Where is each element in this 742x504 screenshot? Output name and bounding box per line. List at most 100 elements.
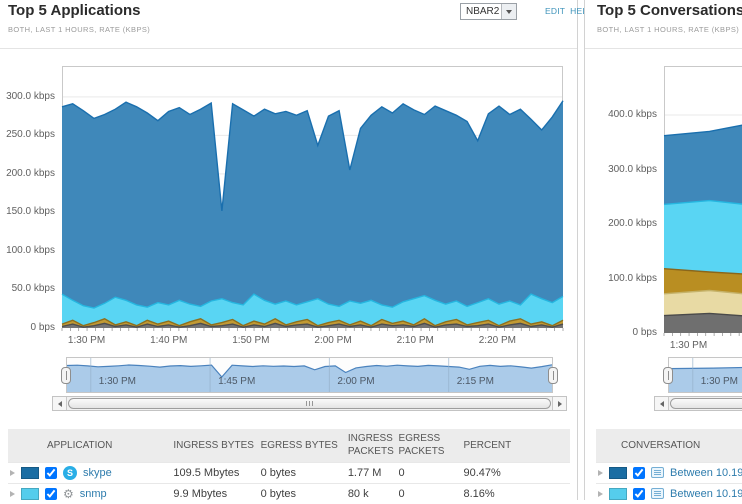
gear-icon: ⚙: [63, 488, 74, 500]
grip-icon: [306, 401, 313, 406]
cell-percent: 90.47%: [463, 462, 570, 483]
y-axis-label: 100.0 kbps: [0, 245, 55, 256]
x-axis-label: 1:40 PM: [143, 335, 195, 346]
cell-egress-bytes: 0 bytes: [261, 462, 348, 483]
conversations-chart: 400.0 kbps 300.0 kbps 200.0 kbps 100.0 kbps…: [585, 56, 742, 352]
series-color-swatch: [609, 488, 627, 500]
column-header-ingress-bytes[interactable]: INGRESS BYTES: [173, 429, 260, 462]
row-checkbox[interactable]: [633, 467, 645, 479]
conversation-icon: [651, 467, 664, 478]
expand-icon[interactable]: [10, 491, 15, 497]
scroll-left-button[interactable]: [53, 397, 67, 410]
column-header-ingress-packets[interactable]: INGRESS PACKETS: [348, 429, 399, 462]
expand-icon[interactable]: [598, 491, 603, 497]
x-axis-label: 2:00 PM: [307, 335, 359, 346]
page-title: Top 5 Conversations: [597, 2, 742, 19]
handle-grip-icon: [66, 371, 67, 380]
cell-ingress-packets: 1.77 M: [348, 462, 399, 483]
horizontal-scrollbar[interactable]: [654, 396, 742, 411]
conversation-link[interactable]: Between 10.19: [670, 488, 742, 500]
panel-subtitle: BOTH, LAST 1 HOURS, RATE (KBPS): [597, 25, 739, 34]
time-range-selector[interactable]: 1:30 PM: [668, 357, 742, 393]
applications-chart: 300.0 kbps250.0 kbps200.0 kbps150.0 kbps…: [0, 56, 577, 352]
handle-grip-icon: [668, 371, 669, 380]
x-axis-label: 2:10 PM: [389, 335, 441, 346]
table-row: ⚙ snmp 9.9 Mbytes 0 bytes 80 k 0 8.16%: [8, 483, 570, 504]
scroll-right-button[interactable]: [552, 397, 566, 410]
application-link[interactable]: skype: [83, 467, 112, 479]
dropdown-arrow-button[interactable]: [501, 4, 516, 19]
column-header-conversation[interactable]: CONVERSATION: [596, 429, 742, 462]
arrow-right-icon: [558, 401, 562, 407]
y-axis-label: 300.0 kbps: [585, 164, 657, 175]
range-handle-left[interactable]: [61, 367, 71, 384]
row-checkbox[interactable]: [45, 467, 57, 479]
range-handle-right[interactable]: [548, 367, 558, 384]
page-title: Top 5 Applications: [8, 2, 141, 19]
y-axis-label: 100.0 kbps: [585, 273, 657, 284]
y-axis-label: 0 bps: [585, 327, 657, 338]
conversations-table: CONVERSATION Between 10.19 Between 10.19: [596, 429, 742, 504]
selector-time-label: 1:45 PM: [218, 376, 255, 387]
y-axis-label: 50.0 kbps: [0, 283, 55, 294]
row-checkbox[interactable]: [45, 488, 57, 500]
horizontal-scrollbar[interactable]: [52, 396, 567, 411]
y-axis-label: 0 bps: [0, 322, 55, 333]
series-color-swatch: [609, 467, 627, 479]
conversation-icon: [651, 488, 664, 499]
cell-egress-packets: 0: [399, 462, 464, 483]
cell-egress-packets: 0: [399, 483, 464, 504]
table-row: Between 10.19: [596, 462, 742, 483]
table-row: S skype 109.5 Mbytes 0 bytes 1.77 M 0 90…: [8, 462, 570, 483]
column-header-percent[interactable]: PERCENT: [463, 429, 570, 462]
application-link[interactable]: snmp: [80, 488, 107, 500]
column-header-application[interactable]: APPLICATION: [8, 429, 173, 462]
y-axis-label: 200.0 kbps: [0, 168, 55, 179]
edit-link[interactable]: EDIT: [545, 6, 565, 16]
chevron-down-icon: [506, 10, 512, 14]
arrow-left-icon: [660, 401, 664, 407]
series-color-swatch: [21, 488, 39, 500]
conversation-link[interactable]: Between 10.19: [670, 467, 742, 479]
y-axis-label: 150.0 kbps: [0, 206, 55, 217]
x-axis-label: 1:30 PM: [663, 340, 715, 351]
selector-time-label: 1:30 PM: [99, 376, 136, 387]
conversations-header: Top 5 Conversations BOTH, LAST 1 HOURS, …: [585, 0, 742, 49]
applications-header: Top 5 Applications BOTH, LAST 1 HOURS, R…: [0, 0, 577, 49]
handle-grip-icon: [553, 371, 554, 380]
cell-ingress-bytes: 9.9 Mbytes: [173, 483, 260, 504]
x-axis-label: 2:20 PM: [471, 335, 523, 346]
scroll-left-button[interactable]: [655, 397, 669, 410]
cell-percent: 8.16%: [463, 483, 570, 504]
arrow-left-icon: [58, 401, 62, 407]
applications-table: APPLICATION INGRESS BYTES EGRESS BYTES I…: [8, 429, 570, 504]
cell-ingress-packets: 80 k: [348, 483, 399, 504]
column-header-egress-bytes[interactable]: EGRESS BYTES: [261, 429, 348, 462]
selector-time-label: 2:00 PM: [337, 376, 374, 387]
conversations-panel: Top 5 Conversations BOTH, LAST 1 HOURS, …: [584, 0, 742, 500]
table-header-row: CONVERSATION: [596, 429, 742, 462]
skype-icon: S: [63, 466, 77, 480]
table-header-row: APPLICATION INGRESS BYTES EGRESS BYTES I…: [8, 429, 570, 462]
scrollbar-thumb[interactable]: [670, 398, 742, 409]
selector-time-label: 1:30 PM: [701, 376, 738, 387]
y-axis-label: 300.0 kbps: [0, 91, 55, 102]
scrollbar-thumb[interactable]: [68, 398, 551, 409]
column-header-egress-packets[interactable]: EGRESS PACKETS: [399, 429, 464, 462]
x-axis-label: 1:50 PM: [225, 335, 277, 346]
series-color-swatch: [21, 467, 39, 479]
y-axis-label: 200.0 kbps: [585, 218, 657, 229]
cell-ingress-bytes: 109.5 Mbytes: [173, 462, 260, 483]
y-axis-label: 400.0 kbps: [585, 109, 657, 120]
expand-icon[interactable]: [598, 470, 603, 476]
nbar-dropdown[interactable]: NBAR2: [460, 3, 517, 20]
cell-egress-bytes: 0 bytes: [261, 483, 348, 504]
range-handle-left[interactable]: [663, 367, 673, 384]
panel-subtitle: BOTH, LAST 1 HOURS, RATE (KBPS): [8, 25, 150, 34]
row-checkbox[interactable]: [633, 488, 645, 500]
nbar-dropdown-value: NBAR2: [461, 6, 501, 17]
x-axis-label: 1:30 PM: [61, 335, 113, 346]
expand-icon[interactable]: [10, 470, 15, 476]
time-range-selector[interactable]: 1:30 PM1:45 PM2:00 PM2:15 PM: [66, 357, 553, 393]
table-row: Between 10.19: [596, 483, 742, 504]
